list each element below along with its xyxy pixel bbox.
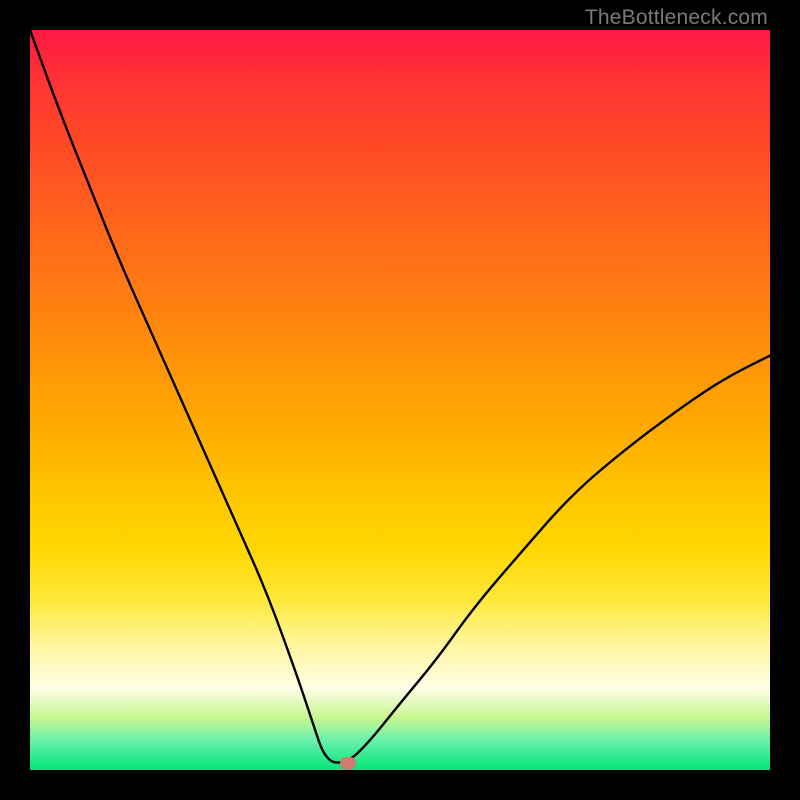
watermark-text: TheBottleneck.com xyxy=(585,6,768,30)
chart-frame: TheBottleneck.com xyxy=(0,0,800,800)
plot-area xyxy=(30,30,770,770)
bottleneck-curve xyxy=(30,30,770,770)
optimum-marker xyxy=(340,757,356,769)
